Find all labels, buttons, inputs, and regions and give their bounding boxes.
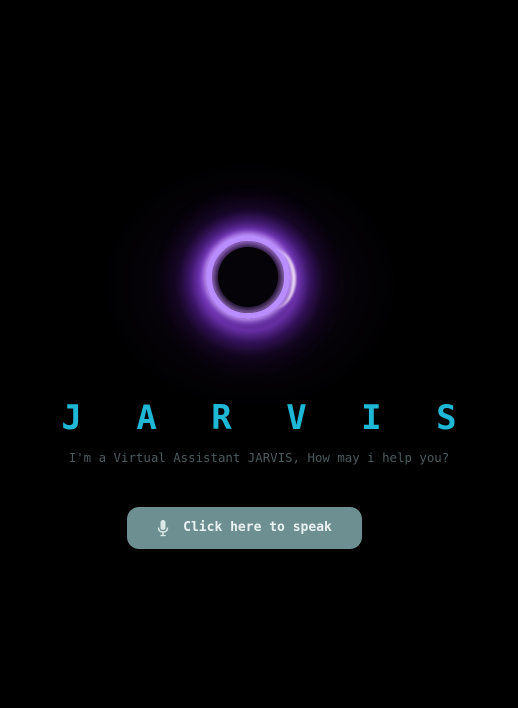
speak-button-label: Click here to speak xyxy=(183,520,332,535)
orb-highlight xyxy=(250,249,296,309)
speak-button[interactable]: Click here to speak xyxy=(127,507,362,549)
app-screen: J A R V I S I'm a Virtual Assistant JARV… xyxy=(0,0,518,708)
assistant-greeting: I'm a Virtual Assistant JARVIS, How may … xyxy=(68,450,450,465)
microphone-icon xyxy=(157,519,169,537)
assistant-orb xyxy=(150,183,350,383)
assistant-title: J A R V I S xyxy=(61,398,474,438)
